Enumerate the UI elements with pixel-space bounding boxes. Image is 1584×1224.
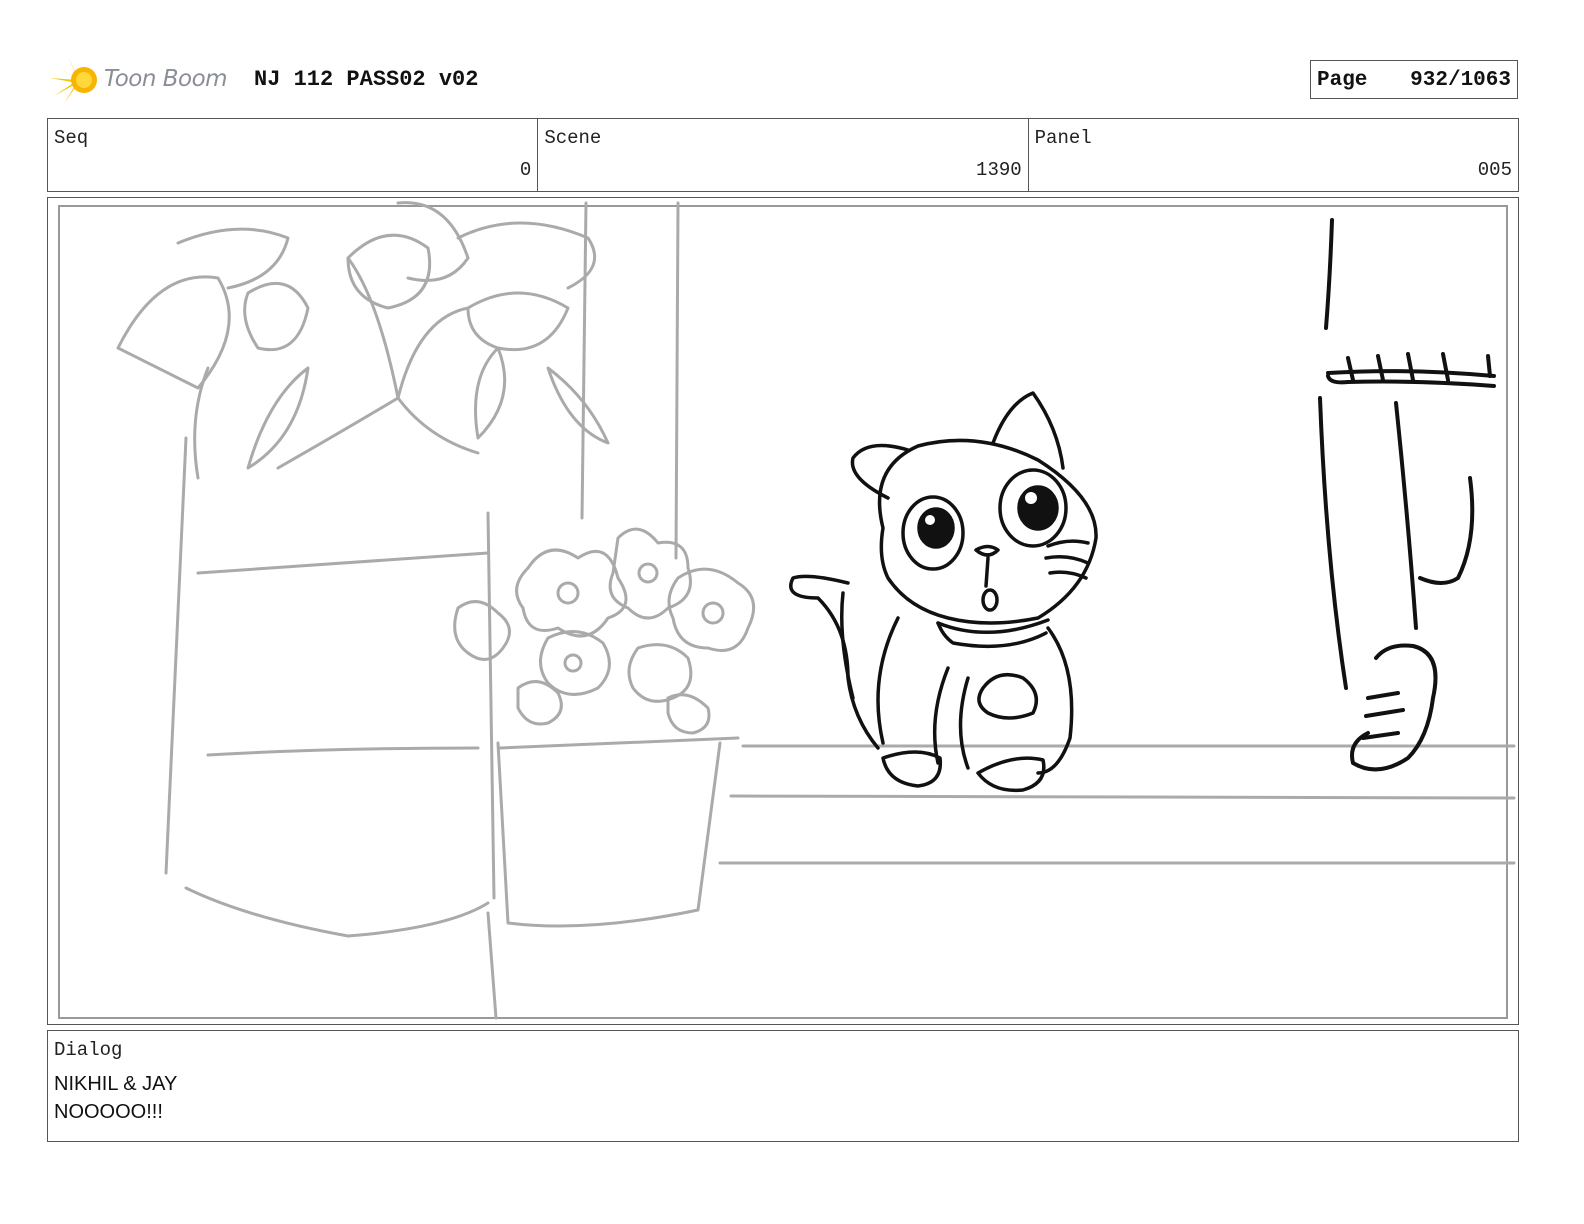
sun-burst-icon: [50, 56, 97, 104]
panel-sketch: [58, 201, 1516, 1020]
seq-label: Seq: [54, 127, 89, 149]
scene-label: Scene: [544, 127, 602, 149]
shot-info-row: Seq 0 Scene 1390 Panel 005: [47, 118, 1519, 192]
page-label: Page: [1317, 69, 1368, 92]
page-number: 932/1063: [1410, 69, 1511, 92]
kitten-drawing: [789, 391, 1098, 793]
storyboard-panel: [47, 197, 1519, 1025]
panel-value: 005: [1477, 159, 1512, 181]
dialog-box: Dialog NIKHIL & JAY NOOOOO!!!: [47, 1030, 1519, 1142]
seq-value: 0: [519, 159, 532, 181]
toon-boom-logo: Toon Boom: [50, 52, 240, 108]
scene-cell: Scene 1390: [538, 119, 1029, 191]
dialog-line: NOOOOO!!!: [54, 1101, 163, 1123]
person-legs-drawing: [1318, 218, 1496, 772]
logo-text: Toon Boom: [104, 66, 228, 92]
seq-cell: Seq 0: [48, 119, 539, 191]
panel-cell: Panel 005: [1029, 119, 1518, 191]
project-title: NJ 112 PASS02 v02: [254, 67, 479, 92]
inner-frame: [58, 205, 1508, 1019]
background-plants-sketch: [116, 201, 1516, 1020]
page-counter: Page 932/1063: [1310, 60, 1518, 99]
dialog-label: Dialog: [54, 1039, 123, 1061]
dialog-speaker: NIKHIL & JAY: [54, 1073, 178, 1095]
panel-label: Panel: [1034, 127, 1092, 149]
scene-value: 1390: [976, 159, 1022, 181]
